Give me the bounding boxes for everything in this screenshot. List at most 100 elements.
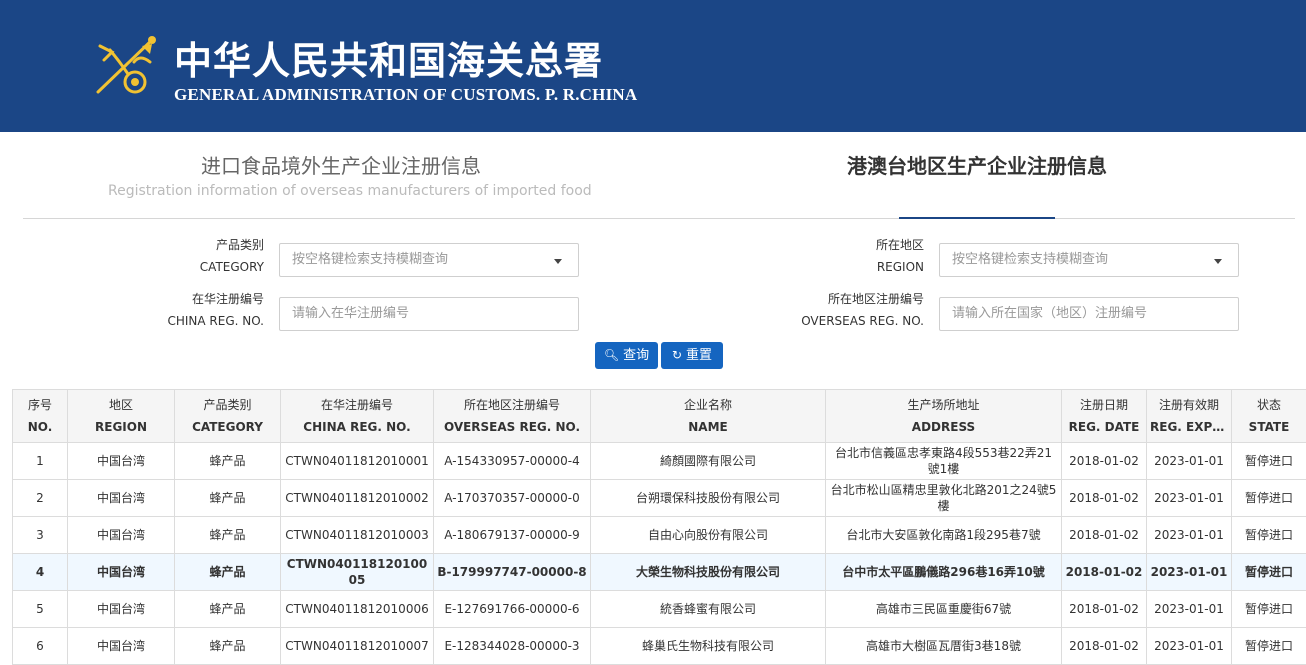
- cell-region: 中国台湾: [68, 480, 175, 517]
- cell-reg-expiry: 2023-01-01: [1147, 480, 1232, 517]
- cell-overseas-reg: A-154330957-00000-4: [434, 443, 591, 480]
- col-header-en: CATEGORY: [178, 416, 277, 438]
- cell-reg-date: 2018-01-02: [1062, 517, 1147, 554]
- cell-category: 蜂产品: [175, 591, 281, 628]
- table-row[interactable]: 3中国台湾蜂产品CTWN04011812010003A-180679137-00…: [13, 517, 1306, 554]
- cell-china-reg: CTWN04011812010005: [281, 554, 434, 591]
- cell-reg-expiry: 2023-01-01: [1147, 591, 1232, 628]
- cell-reg-date: 2018-01-02: [1062, 554, 1147, 591]
- overseas-reg-placeholder: 请输入所在国家（地区）注册编号: [952, 306, 1147, 321]
- china-reg-label-en: CHINA REG. NO.: [130, 310, 264, 332]
- table-header-row: 序号NO. 地区REGION 产品类别CATEGORY 在华注册编号CHINA …: [13, 390, 1306, 443]
- region-select-placeholder: 按空格键检索支持模糊查询: [952, 252, 1108, 267]
- tab-hk-macao-taiwan[interactable]: 港澳台地区生产企业注册信息: [846, 150, 1108, 179]
- tab-active-indicator: [899, 217, 1055, 219]
- col-header-en: REG. DATE: [1065, 416, 1143, 438]
- tab-divider: [23, 218, 1295, 219]
- cell-state: 暂停进口: [1232, 443, 1306, 480]
- cell-china-reg: CTWN04011812010006: [281, 591, 434, 628]
- overseas-reg-label: 所在地区注册编号 OVERSEAS REG. NO.: [770, 288, 924, 332]
- col-header-cn: 注册日期: [1065, 394, 1143, 416]
- col-header-cn: 在华注册编号: [284, 394, 430, 416]
- col-header-cn: 企业名称: [594, 394, 822, 416]
- col-header-category[interactable]: 产品类别CATEGORY: [175, 390, 281, 443]
- tab-overseas-title-en[interactable]: Registration information of overseas man…: [108, 183, 574, 199]
- search-icon: 🔍︎: [604, 342, 619, 369]
- overseas-reg-label-en: OVERSEAS REG. NO.: [770, 310, 924, 332]
- col-header-reg-expiry[interactable]: 注册有效期REG. EXPIR...: [1147, 390, 1232, 443]
- cell-china-reg: CTWN04011812010003: [281, 517, 434, 554]
- col-header-address[interactable]: 生产场所地址ADDRESS: [826, 390, 1062, 443]
- cell-address: 高雄市三民區重慶街67號: [826, 591, 1062, 628]
- cell-category: 蜂产品: [175, 443, 281, 480]
- table-row[interactable]: 5中国台湾蜂产品CTWN04011812010006E-127691766-00…: [13, 591, 1306, 628]
- cell-reg-expiry: 2023-01-01: [1147, 554, 1232, 591]
- cell-china-reg: CTWN04011812010007: [281, 628, 434, 665]
- search-button-label: 查询: [623, 348, 649, 363]
- search-button[interactable]: 🔍︎ 查询: [595, 342, 658, 369]
- cell-name: 綺顏國際有限公司: [591, 443, 826, 480]
- col-header-en: ADDRESS: [829, 416, 1058, 438]
- cell-reg-date: 2018-01-02: [1062, 480, 1147, 517]
- col-header-cn: 产品类别: [178, 394, 277, 416]
- overseas-reg-input[interactable]: 请输入所在国家（地区）注册编号: [939, 297, 1239, 331]
- region-select[interactable]: 按空格键检索支持模糊查询: [939, 243, 1239, 277]
- category-select-placeholder: 按空格键检索支持模糊查询: [292, 252, 448, 267]
- cell-region: 中国台湾: [68, 517, 175, 554]
- region-label-en: REGION: [770, 256, 924, 278]
- cell-state: 暂停进口: [1232, 554, 1306, 591]
- col-header-china-reg[interactable]: 在华注册编号CHINA REG. NO.: [281, 390, 434, 443]
- cell-overseas-reg: B-179997747-00000-8: [434, 554, 591, 591]
- col-header-cn: 所在地区注册编号: [437, 394, 587, 416]
- reset-button[interactable]: ↻重置: [661, 342, 723, 369]
- region-label-cn: 所在地区: [770, 234, 924, 256]
- cell-address: 台北市信義區忠孝東路4段553巷22弄21號1樓: [826, 443, 1062, 480]
- col-header-overseas-reg[interactable]: 所在地区注册编号OVERSEAS REG. NO.: [434, 390, 591, 443]
- china-reg-placeholder: 请输入在华注册编号: [292, 306, 409, 321]
- table-row[interactable]: 6中国台湾蜂产品CTWN04011812010007E-128344028-00…: [13, 628, 1306, 665]
- col-header-region[interactable]: 地区REGION: [68, 390, 175, 443]
- cell-region: 中国台湾: [68, 591, 175, 628]
- col-header-cn: 状态: [1235, 394, 1303, 416]
- table-row[interactable]: 1中国台湾蜂产品CTWN04011812010001A-154330957-00…: [13, 443, 1306, 480]
- col-header-cn: 生产场所地址: [829, 394, 1058, 416]
- category-label-en: CATEGORY: [150, 256, 264, 278]
- col-header-reg-date[interactable]: 注册日期REG. DATE: [1062, 390, 1147, 443]
- refresh-icon: ↻: [672, 342, 682, 369]
- cell-overseas-reg: A-170370357-00000-0: [434, 480, 591, 517]
- cell-reg-date: 2018-01-02: [1062, 443, 1147, 480]
- chevron-down-icon: [554, 259, 562, 264]
- col-header-cn: 地区: [71, 394, 171, 416]
- site-title-cn: 中华人民共和国海关总署: [174, 30, 603, 85]
- cell-name: 大榮生物科技股份有限公司: [591, 554, 826, 591]
- cell-state: 暂停进口: [1232, 591, 1306, 628]
- category-select[interactable]: 按空格键检索支持模糊查询: [279, 243, 579, 277]
- cell-address: 台北市大安區敦化南路1段295巷7號: [826, 517, 1062, 554]
- cell-no: 2: [13, 480, 68, 517]
- table-row[interactable]: 2中国台湾蜂产品CTWN04011812010002A-170370357-00…: [13, 480, 1306, 517]
- col-header-state[interactable]: 状态STATE: [1232, 390, 1306, 443]
- china-reg-label: 在华注册编号 CHINA REG. NO.: [130, 288, 264, 332]
- col-header-en: NO.: [16, 416, 64, 438]
- col-header-en: STATE: [1235, 416, 1303, 438]
- col-header-en: CHINA REG. NO.: [284, 416, 430, 438]
- cell-reg-date: 2018-01-02: [1062, 591, 1147, 628]
- cell-category: 蜂产品: [175, 554, 281, 591]
- cell-name: 台朔環保科技股份有限公司: [591, 480, 826, 517]
- site-title-en: GENERAL ADMINISTRATION OF CUSTOMS. P. R.…: [174, 85, 637, 105]
- cell-region: 中国台湾: [68, 443, 175, 480]
- col-header-en: REGION: [71, 416, 171, 438]
- cell-no: 4: [13, 554, 68, 591]
- cell-state: 暂停进口: [1232, 628, 1306, 665]
- cell-reg-expiry: 2023-01-01: [1147, 628, 1232, 665]
- table-row[interactable]: 4中国台湾蜂产品CTWN04011812010005B-179997747-00…: [13, 554, 1306, 591]
- col-header-no[interactable]: 序号NO.: [13, 390, 68, 443]
- col-header-en: REG. EXPIR...: [1150, 416, 1228, 438]
- table-body: 1中国台湾蜂产品CTWN04011812010001A-154330957-00…: [13, 443, 1306, 665]
- china-reg-input[interactable]: 请输入在华注册编号: [279, 297, 579, 331]
- cell-name: 統香蜂蜜有限公司: [591, 591, 826, 628]
- cell-category: 蜂产品: [175, 628, 281, 665]
- tab-overseas-title-cn[interactable]: 进口食品境外生产企业注册信息: [200, 150, 482, 179]
- cell-name: 蜂巢氏生物科技有限公司: [591, 628, 826, 665]
- col-header-name[interactable]: 企业名称NAME: [591, 390, 826, 443]
